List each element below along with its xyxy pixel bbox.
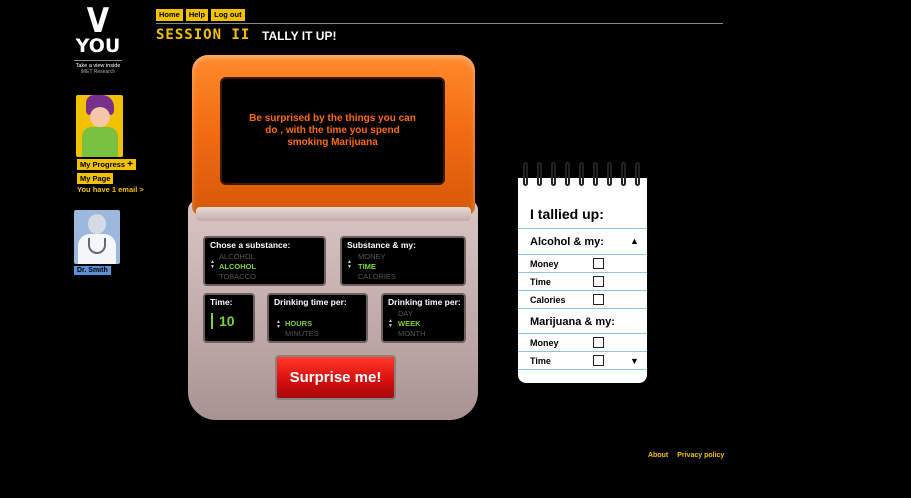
time-value[interactable]: 10: [219, 313, 235, 329]
notepad-item-marijuana-money: Money: [530, 338, 559, 348]
unit-selector[interactable]: Drinking time per: ▲ ▼ HOURS MINUTES: [267, 293, 368, 343]
marijuana-time-checkbox[interactable]: [593, 355, 604, 366]
my-progress-label: My Progress: [80, 160, 126, 169]
notepad-item-alcohol-time: Time: [530, 277, 551, 287]
logo-org: iMET Research: [80, 69, 116, 75]
measure-selector-title: Substance & my:: [347, 240, 416, 250]
nav-divider: [156, 23, 723, 24]
notepad-binding-rings: [520, 162, 645, 188]
session-label: SESSION II: [156, 27, 251, 43]
doctor-name-label[interactable]: Dr. Smith: [74, 266, 111, 275]
vyou-logo[interactable]: V YOU Take a view inside iMET Research: [74, 1, 122, 75]
unit-option-selected[interactable]: HOURS: [285, 319, 312, 328]
device-screen: Be surprised by the things you can do , …: [220, 77, 445, 185]
measure-selector[interactable]: Substance & my: ▲ ▼ MONEY TIME CALORIES: [340, 236, 466, 286]
substance-option-next[interactable]: TOBACCO: [219, 272, 256, 281]
doctor-avatar[interactable]: [74, 210, 120, 264]
substance-option-selected[interactable]: ALCOHOL: [219, 262, 256, 271]
notepad-section-marijuana: Marijuana & my:: [530, 316, 615, 328]
scroll-down-icon[interactable]: ▼: [630, 356, 639, 366]
privacy-policy-link[interactable]: Privacy policy: [677, 452, 724, 459]
tally-notepad: I tallied up: Alcohol & my: ▲ Money Time…: [518, 178, 647, 383]
time-input-panel[interactable]: Time: 10: [203, 293, 255, 343]
substance-selector[interactable]: Chose a substance: ▲ ▼ ALCOHOL ALCOHOL TO…: [203, 236, 326, 286]
plus-icon: +: [127, 159, 133, 170]
measure-option-prev[interactable]: MONEY: [358, 252, 386, 261]
period-selector[interactable]: Drinking time per: ▲ ▼ DAY WEEK MONTH: [381, 293, 466, 343]
user-avatar[interactable]: [76, 95, 123, 157]
period-option-next[interactable]: MONTH: [398, 329, 426, 338]
unit-option-next[interactable]: MINUTES: [285, 329, 319, 338]
period-selector-title: Drinking time per:: [388, 297, 461, 307]
logo-tagline: Take a view inside: [74, 60, 122, 69]
marijuana-money-checkbox[interactable]: [593, 337, 604, 348]
top-nav: Home Help Log out: [156, 9, 245, 21]
measure-scroll-arrows-icon[interactable]: ▲ ▼: [347, 260, 352, 270]
help-button[interactable]: Help: [185, 9, 209, 21]
page-title: TALLY IT UP!: [262, 29, 337, 43]
alcohol-calories-checkbox[interactable]: [593, 294, 604, 305]
measure-option-selected[interactable]: TIME: [358, 262, 376, 271]
substance-selector-title: Chose a substance:: [210, 240, 291, 250]
surprise-me-button[interactable]: Surprise me!: [275, 355, 396, 400]
logo-v-mark: V: [86, 1, 110, 41]
footer-links: About Privacy policy: [648, 452, 724, 459]
about-link[interactable]: About: [648, 452, 668, 459]
my-progress-button[interactable]: My Progress +: [77, 159, 136, 170]
logout-button[interactable]: Log out: [211, 9, 245, 21]
alcohol-money-checkbox[interactable]: [593, 258, 604, 269]
notepad-item-alcohol-calories: Calories: [530, 295, 566, 305]
substance-option-prev[interactable]: ALCOHOL: [219, 252, 255, 261]
notepad-section-alcohol: Alcohol & my:: [530, 236, 604, 248]
substance-scroll-arrows-icon[interactable]: ▲ ▼: [210, 260, 215, 270]
notepad-item-marijuana-time: Time: [530, 356, 551, 366]
time-input-title: Time:: [210, 297, 233, 307]
period-option-selected[interactable]: WEEK: [398, 319, 421, 328]
text-cursor: [211, 313, 213, 329]
period-option-prev[interactable]: DAY: [398, 309, 413, 318]
notepad-title: I tallied up:: [530, 206, 604, 222]
alcohol-time-checkbox[interactable]: [593, 276, 604, 287]
screen-message: Be surprised by the things you can do , …: [249, 113, 416, 148]
home-button[interactable]: Home: [156, 9, 183, 21]
scroll-up-icon[interactable]: ▲: [630, 236, 639, 246]
notepad-item-alcohol-money: Money: [530, 259, 559, 269]
device-hinge: [196, 207, 471, 221]
measure-option-next[interactable]: CALORIES: [358, 272, 396, 281]
unit-scroll-arrows-icon[interactable]: ▲ ▼: [276, 320, 281, 330]
period-scroll-arrows-icon[interactable]: ▲ ▼: [388, 319, 393, 329]
unit-selector-title: Drinking time per:: [274, 297, 347, 307]
email-notice-link[interactable]: You have 1 email >: [77, 185, 144, 194]
my-page-button[interactable]: My Page: [77, 173, 114, 184]
